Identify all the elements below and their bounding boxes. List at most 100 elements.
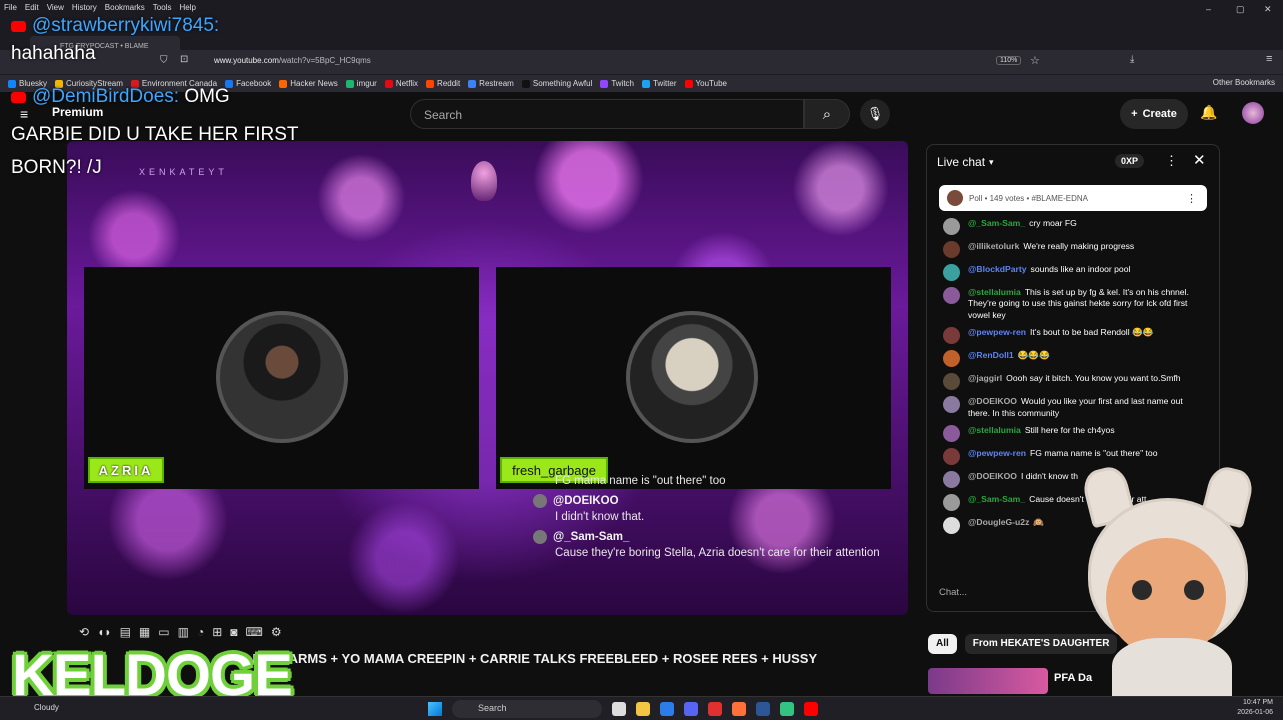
chat-username[interactable]: @stellalumia — [968, 287, 1021, 297]
chat-avatar[interactable] — [943, 264, 960, 281]
taskbar-search[interactable]: Search — [452, 700, 602, 718]
chat-message[interactable]: @stellalumia This is set up by fg & kel. … — [943, 284, 1219, 324]
bookmark-item[interactable]: imgur — [345, 79, 377, 88]
chat-username[interactable]: @stellalumia — [968, 425, 1021, 435]
bookmark-item[interactable]: YouTube — [684, 79, 727, 88]
chat-username[interactable]: @DOEIKOO — [968, 471, 1017, 481]
video-player[interactable]: XENKATEYT AZRIA fresh_garbage FG mama na… — [67, 141, 908, 615]
notifications-bell-icon[interactable]: 🔔 — [1200, 104, 1217, 121]
chat-avatar[interactable] — [943, 517, 960, 535]
zoom-level[interactable]: 110% — [996, 56, 1022, 65]
bookmark-item[interactable]: Something Awful — [521, 79, 592, 88]
loop-icon[interactable]: ⟲ — [79, 625, 89, 639]
chat-avatar[interactable] — [943, 218, 960, 235]
windows-start-icon[interactable] — [428, 702, 442, 716]
menu-edit[interactable]: Edit — [25, 3, 39, 12]
chat-message[interactable]: @pewpew-ren FG mama name is "out there" t… — [943, 445, 1219, 468]
firefox-icon[interactable] — [732, 702, 746, 716]
add-icon[interactable]: ⊞ — [212, 625, 222, 639]
settings-gear-icon[interactable]: ⚙ — [271, 625, 282, 639]
download-icon[interactable]: ⤓ — [1130, 54, 1134, 65]
chat-avatar[interactable] — [943, 425, 960, 443]
chat-message[interactable]: @_Sam-Sam_ cry moar FG — [943, 215, 1219, 238]
chat-username[interactable]: @pewpew-ren — [968, 448, 1026, 458]
close-icon[interactable]: ✕ — [1193, 151, 1206, 169]
edge-icon[interactable] — [660, 702, 674, 716]
chat-avatar[interactable] — [943, 396, 960, 414]
chat-username[interactable]: @RenDoll1 — [968, 350, 1014, 360]
youtube-app-icon[interactable] — [804, 702, 818, 716]
related-video-thumbnail[interactable] — [928, 668, 1048, 694]
bookmark-item[interactable]: Twitch — [600, 79, 634, 88]
chat-avatar[interactable] — [943, 373, 960, 391]
chat-input[interactable]: Chat... — [939, 583, 1079, 603]
account-avatar[interactable] — [1242, 102, 1264, 124]
bookmark-item[interactable]: Hacker News — [279, 79, 338, 88]
menu-file[interactable]: File — [4, 3, 17, 12]
file-explorer-icon[interactable] — [636, 702, 650, 716]
search-button[interactable]: ⌕ — [804, 99, 850, 129]
address-bar[interactable]: ⛉ ⊡ www.youtube.com/watch?v=5BpC_HC9qms … — [0, 50, 1283, 74]
chat-username[interactable]: @jaggirl — [968, 373, 1002, 383]
chat-message[interactable]: @jaggirl Oooh say it bitch. You know you … — [943, 370, 1219, 393]
menu-tools[interactable]: Tools — [153, 3, 172, 12]
chat-username[interactable]: @DOEIKOO — [968, 396, 1017, 406]
task-view-icon[interactable] — [612, 702, 626, 716]
chat-message[interactable]: @stellalumia Still here for the ch4yos — [943, 422, 1219, 445]
system-clock[interactable]: 10:47 PM 2026-01-06 — [1237, 698, 1273, 718]
bookmark-item[interactable]: Twitter — [641, 79, 677, 88]
chat-username[interactable]: @_Sam-Sam_ — [968, 218, 1025, 228]
chat-avatar[interactable] — [943, 350, 960, 368]
menu-bookmarks[interactable]: Bookmarks — [105, 3, 145, 12]
chat-username[interactable]: @BlockdParty — [968, 264, 1027, 274]
bookmark-item[interactable]: Facebook — [225, 79, 271, 88]
poll-banner[interactable]: Poll • 149 votes • #BLAME-EDNA ⋮ — [939, 185, 1207, 211]
audio-icon[interactable]: ◖◗ — [97, 625, 112, 639]
star-icon[interactable]: ☆ — [1030, 54, 1040, 67]
theater-icon[interactable]: ▥ — [178, 625, 189, 639]
app-icon[interactable] — [708, 702, 722, 716]
menu-help[interactable]: Help — [179, 3, 195, 12]
chat-message[interactable]: @BlockdParty sounds like an indoor pool — [943, 261, 1219, 284]
chat-avatar[interactable] — [943, 327, 960, 345]
keyboard-icon[interactable]: ⌨ — [246, 625, 263, 639]
chat-message[interactable]: @RenDoll1 😂😂😂 — [943, 347, 1219, 370]
minimize-icon[interactable]: – — [1206, 4, 1211, 14]
voice-search-button[interactable]: 🎙 — [860, 99, 890, 129]
more-options-icon[interactable]: ⋮ — [1165, 153, 1178, 169]
chat-avatar[interactable] — [943, 448, 960, 466]
create-button[interactable]: + Create — [1120, 99, 1188, 129]
captions-icon[interactable]: ▤ — [120, 625, 131, 639]
chevron-down-icon[interactable]: ▾ — [989, 157, 994, 168]
screenshot-icon[interactable]: ◙ — [230, 625, 237, 639]
chat-message[interactable]: @DOEIKOO Would you like your first and la… — [943, 393, 1219, 422]
lock-icon[interactable]: ⊡ — [180, 54, 188, 65]
chat-avatar[interactable] — [943, 471, 960, 489]
menu-history[interactable]: History — [72, 3, 97, 12]
discord-icon[interactable] — [684, 702, 698, 716]
obs-icon[interactable] — [780, 702, 794, 716]
word-icon[interactable] — [756, 702, 770, 716]
chat-message[interactable]: @illiketolurk We're really making progres… — [943, 238, 1219, 261]
poll-more-icon[interactable]: ⋮ — [1186, 192, 1197, 205]
live-chat-title[interactable]: Live chat — [937, 155, 985, 169]
menu-view[interactable]: View — [47, 3, 64, 12]
chip-all[interactable]: All — [928, 634, 957, 654]
url-text[interactable]: www.youtube.com/watch?v=5BpC_HC9qms — [214, 56, 371, 65]
chat-username[interactable]: @illiketolurk — [968, 241, 1019, 251]
miniplayer-icon[interactable]: ▭ — [158, 625, 169, 639]
menu-icon[interactable]: ≡ — [1266, 53, 1272, 65]
speed-icon[interactable]: ◔ — [197, 625, 204, 639]
bookmark-item[interactable]: Netflix — [384, 79, 418, 88]
clip-icon[interactable]: ▦ — [139, 625, 150, 639]
chat-avatar[interactable] — [943, 287, 960, 304]
weather-label[interactable]: Cloudy — [34, 703, 59, 712]
chat-avatar[interactable] — [943, 494, 960, 512]
other-bookmarks[interactable]: Other Bookmarks — [1213, 78, 1275, 87]
chat-username[interactable]: @pewpew-ren — [968, 327, 1026, 337]
xp-badge[interactable]: 0XP — [1115, 154, 1145, 168]
search-input[interactable]: Search — [410, 99, 804, 129]
shield-icon[interactable]: ⛉ — [160, 55, 168, 66]
bookmark-item[interactable]: Restream — [468, 79, 514, 88]
chat-message[interactable]: @pewpew-ren It's bout to be bad Rendoll 😂… — [943, 324, 1219, 347]
